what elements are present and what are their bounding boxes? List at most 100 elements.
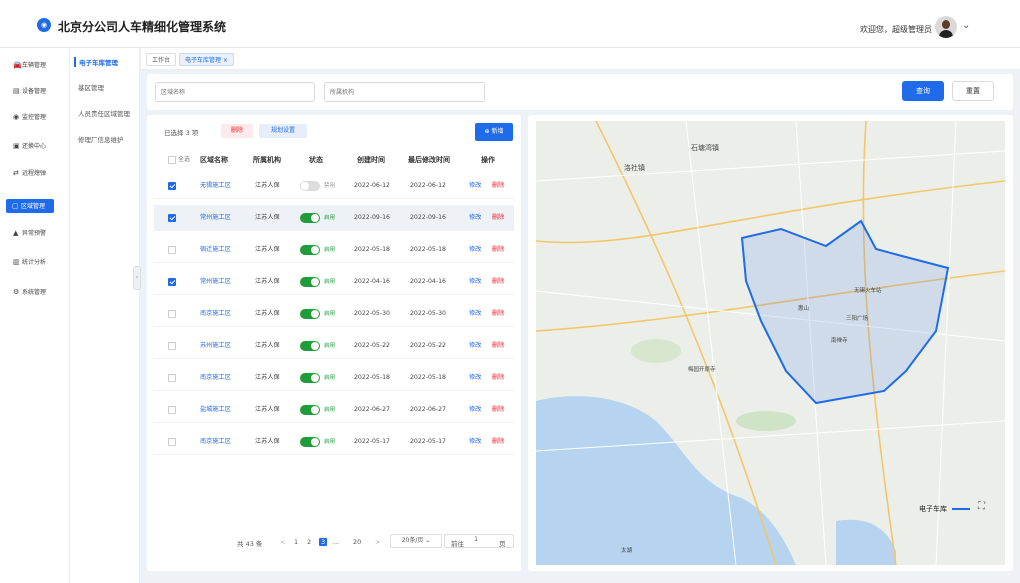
row-checkbox[interactable] <box>168 438 176 446</box>
edit-link[interactable]: 修改 <box>469 173 481 199</box>
page-2[interactable]: 2 <box>307 538 311 546</box>
sidebar-item-devices[interactable]: ▤ 设备管理 <box>0 82 70 100</box>
page-ellipsis[interactable]: ... <box>333 538 339 546</box>
tab-bar: 工作台 电子车库管理 × <box>141 48 1020 70</box>
delete-link[interactable]: 删除 <box>492 397 504 423</box>
area-name-link[interactable]: 苏州施工区 <box>200 333 231 359</box>
edit-link[interactable]: 修改 <box>469 269 481 295</box>
reset-button[interactable]: 重置 <box>952 81 994 101</box>
next-page-button[interactable]: > <box>375 538 380 546</box>
delete-link[interactable]: 删除 <box>492 333 504 359</box>
table-row[interactable]: 宿迁施工区 江苏人保 启用 2022-05-18 2022-05-18 修改 删除 <box>154 237 514 263</box>
chevron-down-icon: ⌄ <box>425 537 431 544</box>
sidebar-item-vehicles[interactable]: 🚘车辆管理 <box>0 56 70 74</box>
map-view[interactable]: 石塘湾镇 洛社镇 惠山 无锡火车站 三阳广场 南禅寺 梅园开原寺 太湖 电子车库… <box>536 121 1005 565</box>
org-cell: 江苏人保 <box>255 374 280 381</box>
subnav-item-repair[interactable]: 修理厂信息维护 <box>78 134 124 144</box>
edit-link[interactable]: 修改 <box>469 205 481 231</box>
delete-link[interactable]: 删除 <box>492 429 504 455</box>
chevron-down-icon[interactable]: ⌄ <box>962 20 970 31</box>
area-name-link[interactable]: 南京施工区 <box>200 429 231 455</box>
area-name-link[interactable]: 宿迁施工区 <box>200 237 231 263</box>
edit-link[interactable]: 修改 <box>469 365 481 391</box>
subnav-item-garage[interactable]: 电子车库管理 <box>74 57 118 67</box>
row-checkbox[interactable] <box>168 374 176 382</box>
map-card: 石塘湾镇 洛社镇 惠山 无锡火车站 三阳广场 南禅寺 梅园开原寺 太湖 电子车库… <box>528 115 1013 571</box>
delete-link[interactable]: 删除 <box>492 301 504 327</box>
status-toggle[interactable] <box>300 405 320 415</box>
org-input[interactable] <box>324 82 485 102</box>
area-name-link[interactable]: 常州施工区 <box>200 269 231 295</box>
row-checkbox[interactable] <box>168 310 176 318</box>
sidebar-item-monitor[interactable]: ◉ 监控管理 <box>0 108 70 126</box>
page-1[interactable]: 1 <box>294 538 298 546</box>
add-button[interactable]: ⊕ 新增 <box>475 123 513 141</box>
sidebar-item-remote[interactable]: ⇄ 远程熄弹 <box>0 164 70 182</box>
table-row[interactable]: 苏州施工区 江苏人保 启用 2022-05-22 2022-05-22 修改 删除 <box>154 333 514 359</box>
table-row[interactable]: 南京施工区 江苏人保 启用 2022-05-17 2022-05-17 修改 删除 <box>154 429 514 455</box>
plan-settings-button[interactable]: 规划设置 <box>259 124 307 138</box>
query-button[interactable]: 查询 <box>902 81 944 101</box>
prev-page-button[interactable]: < <box>280 538 285 546</box>
area-name-link[interactable]: 南京施工区 <box>200 365 231 391</box>
edit-link[interactable]: 修改 <box>469 333 481 359</box>
table-row[interactable]: 南京施工区 江苏人保 启用 2022-05-30 2022-05-30 修改 删除 <box>154 301 514 327</box>
table-row[interactable]: 无锡施工区 江苏人保 禁用 2022-06-12 2022-06-12 修改 删除 <box>154 173 514 199</box>
modified-cell: 2022-09-16 <box>410 214 446 221</box>
delete-link[interactable]: 删除 <box>492 173 504 199</box>
page-3-current[interactable]: 3 <box>319 538 328 546</box>
sidebar-item-area[interactable]: ▢ 区域管理 <box>6 199 54 213</box>
table-row[interactable]: 常州施工区 江苏人保 启用 2022-09-16 2022-09-16 修改 删除 <box>154 205 514 231</box>
status-toggle[interactable] <box>300 437 320 447</box>
area-icon: ▢ <box>12 202 19 210</box>
row-checkbox[interactable] <box>168 246 176 254</box>
area-name-link[interactable]: 常州施工区 <box>200 205 231 231</box>
edit-link[interactable]: 修改 <box>469 301 481 327</box>
row-checkbox[interactable] <box>168 278 176 286</box>
row-checkbox[interactable] <box>168 182 176 190</box>
status-toggle[interactable] <box>300 341 320 351</box>
status-toggle[interactable] <box>300 309 320 319</box>
row-checkbox[interactable] <box>168 214 176 222</box>
area-name-link[interactable]: 无锡施工区 <box>200 173 231 199</box>
row-checkbox[interactable] <box>168 342 176 350</box>
sidebar-item-system[interactable]: ⚙ 系统管理 <box>0 283 70 301</box>
subnav-item-personnel[interactable]: 人员责任区域管理 <box>78 108 130 118</box>
table-row[interactable]: 南京施工区 江苏人保 启用 2022-05-18 2022-05-18 修改 删除 <box>154 365 514 391</box>
org-cell: 江苏人保 <box>255 406 280 413</box>
batch-delete-button[interactable]: 删除 <box>221 124 253 138</box>
area-name-link[interactable]: 盐城施工区 <box>200 397 231 423</box>
page-size-select[interactable]: 20条/页 ⌄ <box>390 534 442 548</box>
status-toggle[interactable] <box>300 181 320 191</box>
area-name-link[interactable]: 南京施工区 <box>200 301 231 327</box>
tab-workbench[interactable]: 工作台 <box>146 53 177 66</box>
status-toggle[interactable] <box>300 213 320 223</box>
delete-link[interactable]: 删除 <box>492 269 504 295</box>
table-row[interactable]: 常州施工区 江苏人保 启用 2022-04-16 2022-04-16 修改 删除 <box>154 269 514 295</box>
area-name-input[interactable] <box>155 82 315 102</box>
delete-link[interactable]: 删除 <box>492 365 504 391</box>
status-text: 启用 <box>324 215 336 221</box>
page-20[interactable]: 20 <box>353 538 361 546</box>
fullscreen-icon[interactable]: ⛶ <box>978 501 985 512</box>
tab-garage[interactable]: 电子车库管理 × <box>179 53 234 66</box>
delete-link[interactable]: 删除 <box>492 237 504 263</box>
edit-link[interactable]: 修改 <box>469 237 481 263</box>
modified-cell: 2022-06-12 <box>410 182 446 189</box>
table-row[interactable]: 盐城施工区 江苏人保 启用 2022-06-27 2022-06-27 修改 删除 <box>154 397 514 423</box>
sidebar-item-stats[interactable]: ▥ 统计分析 <box>0 253 70 271</box>
select-all-checkbox[interactable] <box>168 156 176 164</box>
status-toggle[interactable] <box>300 245 320 255</box>
edit-link[interactable]: 修改 <box>469 429 481 455</box>
edit-link[interactable]: 修改 <box>469 397 481 423</box>
status-toggle[interactable] <box>300 277 320 287</box>
sidebar-item-exchange[interactable]: ▣ 还换中心 <box>0 137 70 155</box>
sidebar-item-alerts[interactable]: ▲ 异常预警 <box>0 224 70 242</box>
status-toggle[interactable] <box>300 373 320 383</box>
status-text: 启用 <box>324 439 336 445</box>
delete-link[interactable]: 删除 <box>492 205 504 231</box>
subnav-item-base[interactable]: 基区管理 <box>78 82 104 92</box>
row-checkbox[interactable] <box>168 406 176 414</box>
avatar[interactable] <box>935 16 957 38</box>
collapse-toggle[interactable]: ‹ <box>133 266 141 290</box>
